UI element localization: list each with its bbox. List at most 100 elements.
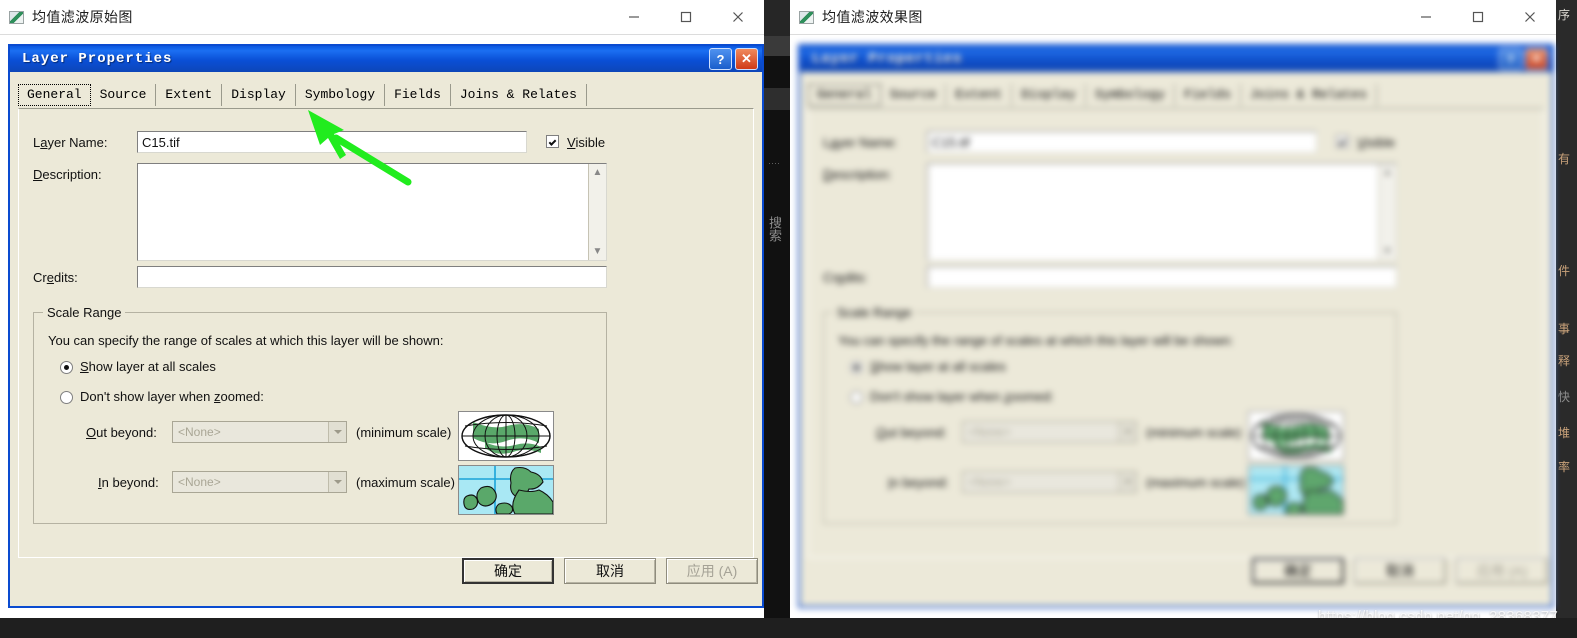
window-controls-filtered[interactable] [1400, 0, 1556, 34]
ok-button[interactable]: 确定 [462, 558, 554, 584]
in-beyond-combo[interactable]: <None> [172, 471, 347, 493]
help-button[interactable]: ? [709, 48, 732, 70]
background-app-right-edge: 序 有 件 事 释 快 堆 率 [1556, 0, 1577, 620]
tab-source[interactable]: Source [90, 84, 157, 106]
apply-button[interactable]: 应用 (A) [1456, 558, 1548, 584]
tab-symbology[interactable]: Symbology [295, 84, 386, 106]
description-scrollbar[interactable]: ▲ ▼ [1378, 164, 1396, 260]
out-beyond-suffix: (minimum scale) [1146, 425, 1242, 440]
credits-input[interactable] [137, 266, 607, 288]
scale-range-group: Scale Range You can specify the range of… [823, 305, 1397, 524]
layer-name-input[interactable]: C15.tif [137, 131, 527, 153]
dialog-tabs[interactable]: General Source Extent Display Symbology … [18, 84, 587, 106]
description-textarea[interactable]: ▲ ▼ [927, 163, 1397, 261]
visible-label: Visible [1357, 135, 1396, 150]
dialog-close-button[interactable]: ✕ [1525, 48, 1548, 70]
window-title-original: 均值滤波原始图 [32, 9, 133, 25]
in-beyond-combo[interactable]: <None> [962, 471, 1137, 493]
tab-pane-general: Layer Name: C15.tif Visible Description:… [18, 108, 754, 558]
cancel-button[interactable]: 取消 [564, 558, 656, 584]
dialog-title-filtered: Layer Properties [812, 51, 963, 67]
visible-checkbox[interactable] [546, 135, 559, 148]
layer-properties-dialog[interactable]: Layer Properties ? ✕ General Source Exte… [8, 44, 764, 608]
out-beyond-label: Out beyond: [876, 425, 947, 440]
minimize-button[interactable] [608, 0, 660, 34]
background-app-middle-sliver: ···· 搜索 [764, 36, 790, 620]
help-button[interactable]: ? [1499, 48, 1522, 70]
ok-button[interactable]: 确定 [1252, 558, 1344, 584]
window-controls-original[interactable] [608, 0, 764, 34]
tab-display[interactable]: Display [222, 84, 296, 106]
window-titlebar-original[interactable]: 均值滤波原始图 [0, 0, 764, 34]
tab-general[interactable]: General [808, 84, 881, 106]
scroll-up-icon[interactable]: ▲ [1379, 164, 1396, 181]
search-label: 搜索 [767, 216, 782, 242]
scroll-down-icon[interactable]: ▼ [589, 243, 606, 260]
radio-show-all-scales[interactable] [850, 361, 863, 374]
chevron-down-icon[interactable] [328, 472, 346, 492]
credits-input[interactable] [927, 266, 1397, 288]
layer-properties-dialog-filtered[interactable]: Layer Properties ? ✕ General Source Exte… [798, 44, 1554, 608]
layer-name-label: Layer Name: [823, 135, 898, 150]
tab-joins-relates[interactable]: Joins & Relates [450, 84, 587, 106]
dialog-titlebar-filtered[interactable]: Layer Properties ? ✕ [800, 46, 1552, 72]
visible-checkbox[interactable] [1336, 135, 1349, 148]
cancel-button[interactable]: 取消 [1354, 558, 1446, 584]
tab-symbology[interactable]: Symbology [1085, 84, 1176, 106]
out-beyond-combo[interactable]: <None> [962, 421, 1137, 443]
description-textarea[interactable]: ▲ ▼ [137, 163, 607, 261]
chevron-down-icon[interactable] [1118, 422, 1136, 442]
radio-dont-show-zoomed-label: Don't show layer when zoomed: [80, 389, 264, 404]
scale-range-group: Scale Range You can specify the range of… [33, 305, 607, 524]
dialog-close-button[interactable]: ✕ [735, 48, 758, 70]
window-filtered[interactable]: 均值滤波效果图 Layer Properties ? ✕ General Sou… [790, 0, 1556, 620]
radio-dont-show-zoomed[interactable] [850, 391, 863, 404]
out-beyond-suffix: (minimum scale) [356, 425, 452, 440]
tab-extent[interactable]: Extent [946, 84, 1013, 106]
in-beyond-label: In beyond: [888, 475, 949, 490]
window-titlebar-filtered[interactable]: 均值滤波效果图 [790, 0, 1556, 34]
close-button[interactable] [1504, 0, 1556, 34]
radio-show-all-scales[interactable] [60, 361, 73, 374]
dialog-titlebar-buttons-filtered[interactable]: ? ✕ [1499, 48, 1548, 70]
out-beyond-value: <None> [178, 425, 221, 439]
apply-button[interactable]: 应用 (A) [666, 558, 758, 584]
europe-map-icon [458, 465, 554, 515]
tab-fields[interactable]: Fields [1175, 84, 1241, 106]
minimize-button[interactable] [1400, 0, 1452, 34]
radio-dont-show-zoomed[interactable] [60, 391, 73, 404]
out-beyond-label: Out beyond: [86, 425, 157, 440]
scale-range-caption: Scale Range [833, 305, 916, 320]
tab-pane-general-filtered: Layer Name: C15.tif Visible Description:… [808, 108, 1544, 558]
tab-display[interactable]: Display [1012, 84, 1086, 106]
description-scrollbar[interactable]: ▲ ▼ [588, 164, 606, 260]
layer-name-input[interactable]: C15.tif [927, 131, 1317, 153]
tab-general[interactable]: General [18, 84, 91, 106]
chevron-down-icon[interactable] [328, 422, 346, 442]
scroll-up-icon[interactable]: ▲ [589, 164, 606, 181]
dialog-titlebar-buttons[interactable]: ? ✕ [709, 48, 758, 70]
chevron-down-icon[interactable] [1118, 472, 1136, 492]
window-original[interactable]: 均值滤波原始图 Layer Properties ? ✕ General Sou… [0, 0, 764, 620]
in-beyond-label: In beyond: [98, 475, 159, 490]
dialog-title: Layer Properties [22, 51, 173, 67]
in-beyond-suffix: (maximum scale) [1146, 475, 1245, 490]
europe-map-icon [1248, 465, 1344, 515]
dialog-tabs-filtered[interactable]: General Source Extent Display Symbology … [808, 84, 1377, 106]
in-beyond-suffix: (maximum scale) [356, 475, 455, 490]
taskbar[interactable] [0, 618, 1577, 638]
tab-source[interactable]: Source [880, 84, 947, 106]
scroll-down-icon[interactable]: ▼ [1379, 243, 1396, 260]
dialog-titlebar[interactable]: Layer Properties ? ✕ [10, 46, 762, 72]
tab-joins-relates[interactable]: Joins & Relates [1240, 84, 1377, 106]
scale-range-hint: You can specify the range of scales at w… [838, 333, 1234, 348]
close-button[interactable] [712, 0, 764, 34]
in-beyond-value: <None> [178, 475, 221, 489]
maximize-button[interactable] [660, 0, 712, 34]
tab-extent[interactable]: Extent [156, 84, 223, 106]
out-beyond-combo[interactable]: <None> [172, 421, 347, 443]
desktop: 序 有 件 事 释 快 堆 率 ···· 搜索 均值滤波原始图 Layer Pr… [0, 0, 1577, 638]
tab-fields[interactable]: Fields [385, 84, 451, 106]
maximize-button[interactable] [1452, 0, 1504, 34]
radio-show-all-scales-label: Show layer at all scales [80, 359, 216, 374]
